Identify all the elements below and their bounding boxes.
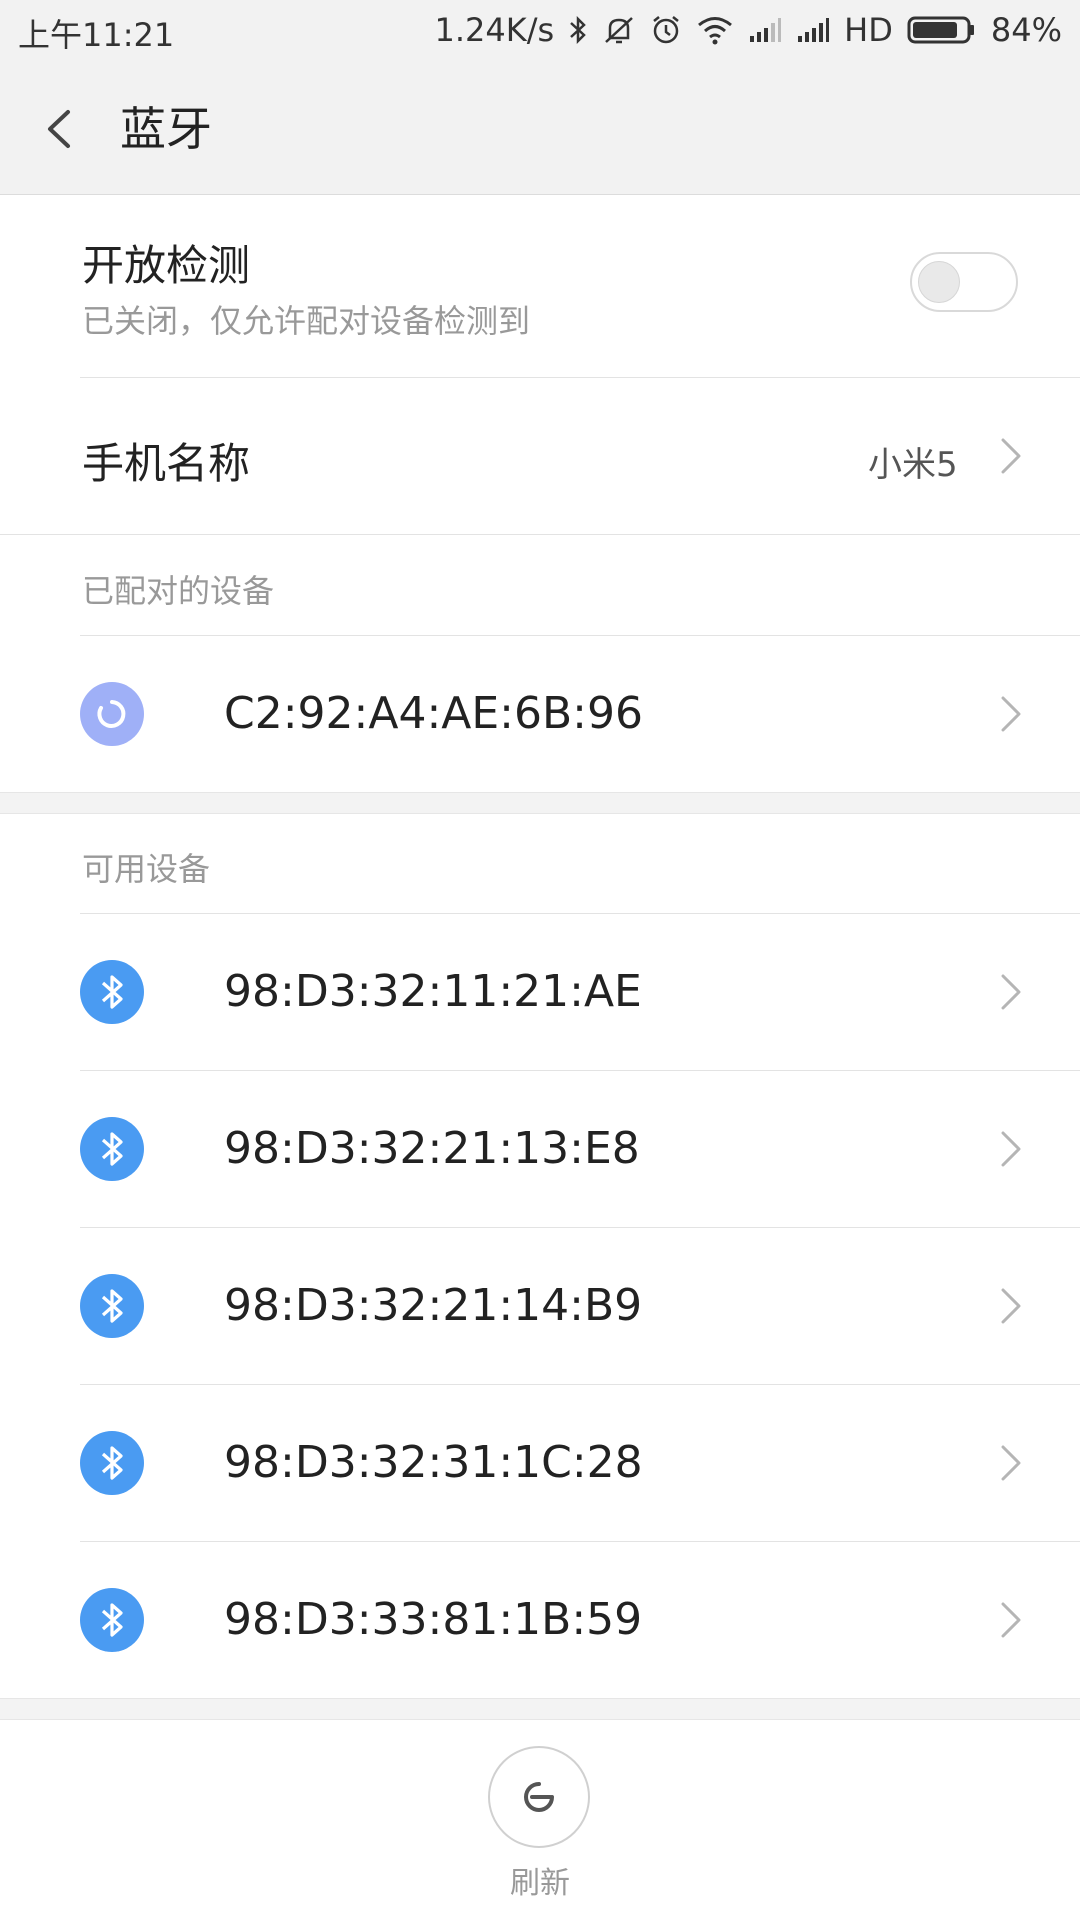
page-title: 蓝牙 (120, 102, 212, 156)
alarm-icon (650, 14, 682, 46)
chevron-right-icon (998, 1284, 1024, 1332)
network-type: HD (844, 11, 893, 49)
divider (0, 534, 1080, 535)
bluetooth-icon (80, 1588, 144, 1652)
status-time: 上午11:21 (18, 16, 175, 54)
net-speed: 1.24K/s (434, 11, 555, 49)
connecting-icon (80, 682, 144, 746)
mute-icon (602, 14, 636, 46)
signal-icon-1 (748, 16, 782, 44)
discoverable-toggle[interactable] (910, 252, 1018, 312)
toggle-knob (918, 261, 960, 303)
signal-icon-2 (796, 16, 830, 44)
available-device-name: 98:D3:32:21:14:B9 (224, 1280, 643, 1331)
available-section-title: 可用设备 (82, 850, 211, 888)
chevron-right-icon (998, 970, 1024, 1018)
section-gap (0, 792, 1080, 814)
bluetooth-icon (80, 1431, 144, 1495)
available-device-name: 98:D3:33:81:1B:59 (224, 1594, 643, 1645)
status-icons: 1.24K/s HD 84% (434, 8, 1062, 52)
bluetooth-icon (80, 1117, 144, 1181)
battery-icon (907, 15, 977, 45)
discoverable-subtitle: 已关闭，仅允许配对设备检测到 (82, 302, 531, 340)
bluetooth-icon (80, 1274, 144, 1338)
chevron-right-icon (998, 434, 1024, 482)
available-device-name: 98:D3:32:11:21:AE (224, 966, 642, 1017)
bluetooth-status-icon (568, 15, 588, 45)
refresh-icon (524, 1782, 554, 1812)
section-gap (0, 1698, 1080, 1720)
available-device-name: 98:D3:32:31:1C:28 (224, 1437, 643, 1488)
chevron-left-icon (48, 110, 70, 148)
wifi-icon (696, 15, 734, 45)
available-device-name: 98:D3:32:21:13:E8 (224, 1123, 640, 1174)
battery-percent: 84% (990, 11, 1062, 49)
device-name-label: 手机名称 (82, 439, 251, 488)
device-name-value: 小米5 (868, 445, 958, 485)
chevron-right-icon (998, 1598, 1024, 1646)
discoverable-label: 开放检测 (82, 241, 251, 290)
bluetooth-icon (80, 960, 144, 1024)
chevron-right-icon (998, 1441, 1024, 1489)
paired-device-name: C2:92:A4:AE:6B:96 (224, 688, 643, 739)
paired-section-title: 已配对的设备 (82, 572, 275, 610)
chevron-right-icon (998, 692, 1024, 740)
refresh-button[interactable] (488, 1746, 590, 1848)
refresh-label: 刷新 (510, 1866, 570, 1901)
chevron-right-icon (998, 1127, 1024, 1175)
back-button[interactable] (38, 98, 86, 160)
